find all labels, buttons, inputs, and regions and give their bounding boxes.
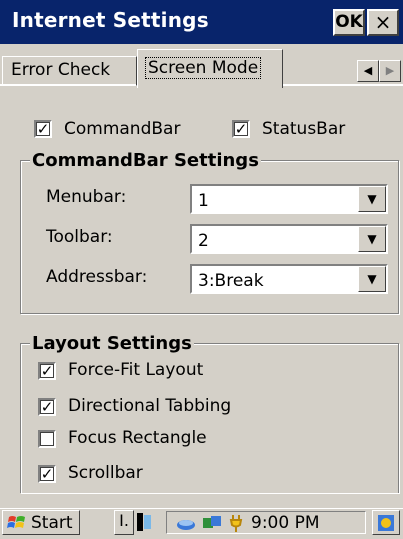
checkmark-icon: ✓ [36, 120, 50, 138]
commandbar-settings-title: CommandBar Settings [30, 150, 261, 171]
checkmark-icon: ✓ [40, 362, 54, 380]
arrow-right-icon: ▶ [385, 64, 395, 77]
addressbar-label: Addressbar: [46, 267, 148, 287]
close-button[interactable]: × [367, 9, 399, 36]
directional-tabbing-label: Directional Tabbing [68, 396, 232, 416]
tab-scroll-left-button[interactable]: ◀ [357, 60, 379, 82]
dropdown-arrow-icon[interactable]: ▼ [358, 266, 386, 292]
menubar-select[interactable]: 1 ▼ [190, 184, 388, 214]
windows-flag-icon [7, 516, 25, 528]
focus-rectangle-label: Focus Rectangle [68, 428, 207, 448]
toolbar-select[interactable]: 2 ▼ [190, 224, 388, 254]
focus-rectangle-checkbox[interactable] [38, 430, 56, 448]
addressbar-select[interactable]: 3:Break ▼ [190, 264, 388, 294]
desktop-button[interactable] [372, 510, 400, 535]
menubar-value: 1 [198, 191, 209, 211]
tab-screen-mode[interactable]: Screen Mode [137, 49, 283, 88]
tab-label: Screen Mode [144, 57, 262, 79]
power-plug-icon[interactable] [227, 513, 247, 533]
tab-label: Error Check [11, 60, 111, 80]
toolbar-label: Toolbar: [46, 227, 113, 247]
ok-button[interactable]: OK [333, 9, 365, 36]
taskbar-app-icon[interactable] [134, 511, 154, 534]
connection-icon[interactable] [201, 514, 223, 532]
start-button[interactable]: Start [2, 510, 80, 535]
dropdown-arrow-icon[interactable]: ▼ [358, 226, 386, 252]
dropdown-arrow-icon[interactable]: ▼ [358, 186, 386, 212]
checkmark-icon: ✓ [40, 465, 54, 483]
commandbar-label: CommandBar [64, 119, 181, 139]
tab-error-check[interactable]: Error Check [2, 56, 137, 86]
arrow-left-icon: ◀ [363, 64, 373, 77]
document-icon [137, 513, 151, 531]
tab-scroll-right-button[interactable]: ▶ [379, 60, 401, 82]
menubar-label: Menubar: [46, 187, 127, 207]
window-title: Internet Settings [12, 8, 209, 32]
statusbar-label: StatusBar [262, 119, 346, 139]
addressbar-value: 3:Break [198, 271, 264, 291]
scrollbar-label: Scrollbar [68, 463, 143, 483]
start-label: Start [31, 513, 73, 533]
toolbar-value: 2 [198, 231, 209, 251]
layout-settings-title: Layout Settings [30, 333, 194, 354]
scrollbar-checkbox[interactable]: ✓ [38, 465, 56, 483]
desktop-icon [378, 514, 394, 531]
force-fit-layout-checkbox[interactable]: ✓ [38, 362, 56, 380]
statusbar-checkbox[interactable]: ✓ [232, 120, 250, 138]
taskbar-app-label: I. [119, 511, 129, 530]
network-icon[interactable] [175, 514, 197, 532]
checkmark-icon: ✓ [40, 398, 54, 416]
force-fit-layout-label: Force-Fit Layout [68, 360, 204, 380]
directional-tabbing-checkbox[interactable]: ✓ [38, 398, 56, 416]
checkmark-icon: ✓ [234, 120, 248, 138]
clock[interactable]: 9:00 PM [251, 513, 320, 533]
commandbar-checkbox[interactable]: ✓ [34, 120, 52, 138]
taskbar-app-button[interactable]: I. [114, 510, 134, 535]
system-tray: 9:00 PM [166, 511, 366, 534]
